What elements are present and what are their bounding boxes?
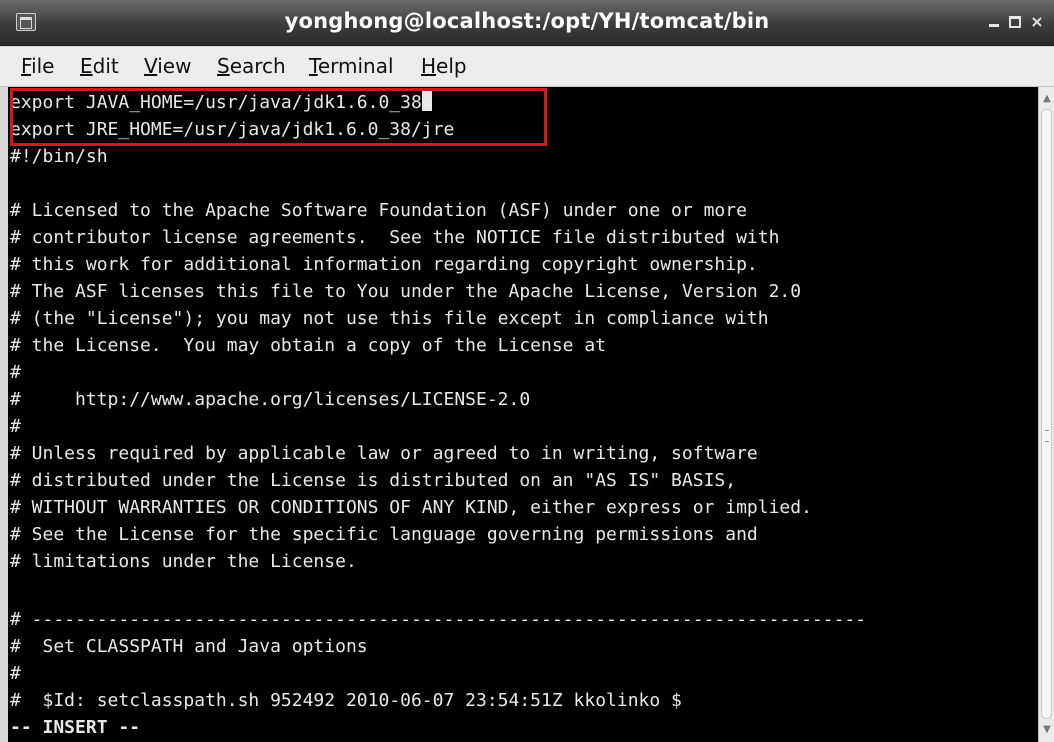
scroll-down-icon[interactable]: ▼ [1041, 724, 1053, 736]
terminal-window: yonghong@localhost:/opt/YH/tomcat/bin × … [0, 0, 1054, 742]
menu-search-mnemonic: S [217, 54, 230, 78]
menu-help-mnemonic: H [421, 54, 437, 78]
terminal-line-8: # The ASF licenses this file to You unde… [10, 281, 802, 302]
terminal-line-9: # (the "License"); you may not use this … [10, 308, 769, 329]
terminal-line-24: # $Id: setclasspath.sh 952492 2010-06-07… [10, 690, 682, 711]
terminal-line-17: # See the License for the specific langu… [10, 524, 758, 545]
menu-view-mnemonic: V [144, 54, 158, 78]
menu-terminal[interactable]: Terminal [309, 54, 394, 78]
terminal-line-10: # the License. You may obtain a copy of … [10, 335, 607, 356]
menu-bar: File Edit View Search Terminal Help [0, 47, 1054, 87]
menu-terminal-mnemonic: T [309, 54, 318, 78]
terminal-line-11: # [10, 362, 21, 383]
minimize-icon [989, 24, 999, 27]
scrollbar-grip-icon [1045, 430, 1049, 442]
menu-edit-mnemonic: E [80, 54, 93, 78]
terminal-area[interactable]: export JAVA_HOME=/usr/java/jdk1.6.0_38 e… [8, 87, 1038, 742]
menu-edit-label: dit [92, 54, 119, 78]
terminal-line-15: # distributed under the License is distr… [10, 470, 737, 491]
terminal-line-16: # WITHOUT WARRANTIES OR CONDITIONS OF AN… [10, 497, 812, 518]
scrollbar-thumb[interactable] [1041, 109, 1052, 719]
terminal-line-13: # [10, 416, 21, 437]
menu-view[interactable]: View [144, 54, 191, 78]
vertical-scrollbar[interactable]: ▲ ▼ [1038, 87, 1054, 742]
menu-search-label: earch [229, 54, 286, 78]
terminal-line-12: # http://www.apache.org/licenses/LICENSE… [10, 389, 531, 410]
close-button[interactable]: × [1025, 10, 1049, 34]
terminal-line-7: # this work for additional information r… [10, 254, 758, 275]
menu-terminal-label: erminal [317, 54, 394, 78]
terminal-line-3: #!/bin/sh [10, 146, 108, 167]
menu-search[interactable]: Search [217, 54, 286, 78]
maximize-button[interactable] [1003, 10, 1027, 34]
window-title: yonghong@localhost:/opt/YH/tomcat/bin [284, 9, 770, 33]
text-cursor [421, 91, 432, 111]
terminal-line-22: # Set CLASSPATH and Java options [10, 636, 368, 657]
menu-file[interactable]: File [21, 54, 54, 78]
terminal-line-5: # Licensed to the Apache Software Founda… [10, 200, 747, 221]
close-icon: × [1030, 12, 1044, 31]
vim-mode-indicator: -- INSERT -- [10, 717, 141, 738]
menu-file-mnemonic: F [21, 54, 32, 78]
menu-help-label: elp [436, 54, 467, 78]
menu-edit[interactable]: Edit [80, 54, 119, 78]
terminal-line-21: # --------------------------------------… [10, 609, 867, 630]
menu-view-label: iew [157, 54, 192, 78]
title-bar[interactable]: yonghong@localhost:/opt/YH/tomcat/bin × [0, 0, 1054, 46]
terminal-line-1: export JAVA_HOME=/usr/java/jdk1.6.0_38 [10, 89, 432, 116]
terminal-line-2: export JRE_HOME=/usr/java/jdk1.6.0_38/jr… [10, 119, 455, 140]
terminal-line-14: # Unless required by applicable law or a… [10, 443, 758, 464]
terminal-line-1-text: export JAVA_HOME=/usr/java/jdk1.6.0_38 [10, 92, 422, 113]
scroll-up-icon[interactable]: ▲ [1041, 93, 1053, 105]
maximize-icon [1009, 16, 1021, 28]
terminal-line-18: # limitations under the License. [10, 551, 357, 572]
menu-help[interactable]: Help [421, 54, 467, 78]
terminal-line-23: # [10, 663, 21, 684]
menu-file-label: ile [31, 54, 55, 78]
terminal-line-6: # contributor license agreements. See th… [10, 227, 780, 248]
